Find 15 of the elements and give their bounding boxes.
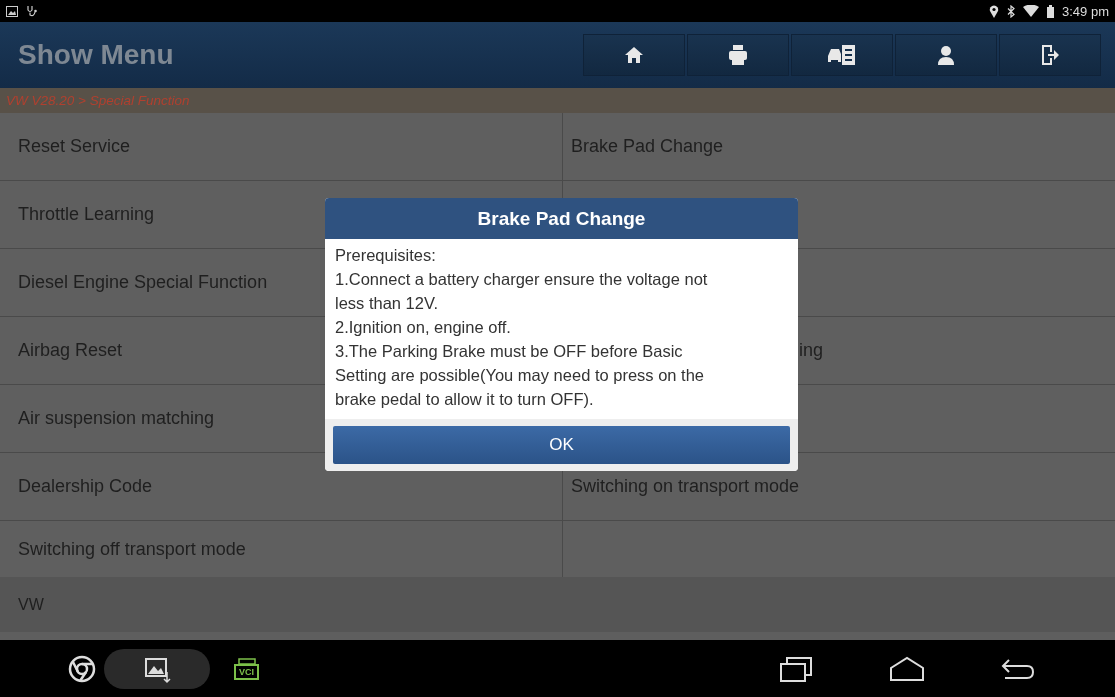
menu-item-label: Airbag Reset xyxy=(18,340,123,361)
menu-item-label: Reset Service xyxy=(18,136,131,157)
menu-item-label: Dealership Code xyxy=(18,476,153,497)
menu-item-label: Brake Pad Change xyxy=(571,136,724,157)
menu-item-label: ing xyxy=(799,340,824,361)
menu-item-label: Switching off transport mode xyxy=(18,538,246,560)
dialog-text: 2.Ignition on, engine off. xyxy=(335,317,512,338)
page-title: Show Menu xyxy=(18,39,175,71)
menu-item-label: Switching on transport mode xyxy=(571,476,800,497)
menu-item-label: Air suspension matching xyxy=(18,408,215,429)
dialog-title: Brake Pad Change xyxy=(325,198,798,239)
breadcrumb: VW V28.20 > Special Function xyxy=(6,93,190,108)
menu-item-label: Diesel Engine Special Function xyxy=(18,272,268,293)
clock-time: 3:49 pm xyxy=(1062,3,1109,19)
menu-item-label: Throttle Learning xyxy=(18,204,155,225)
